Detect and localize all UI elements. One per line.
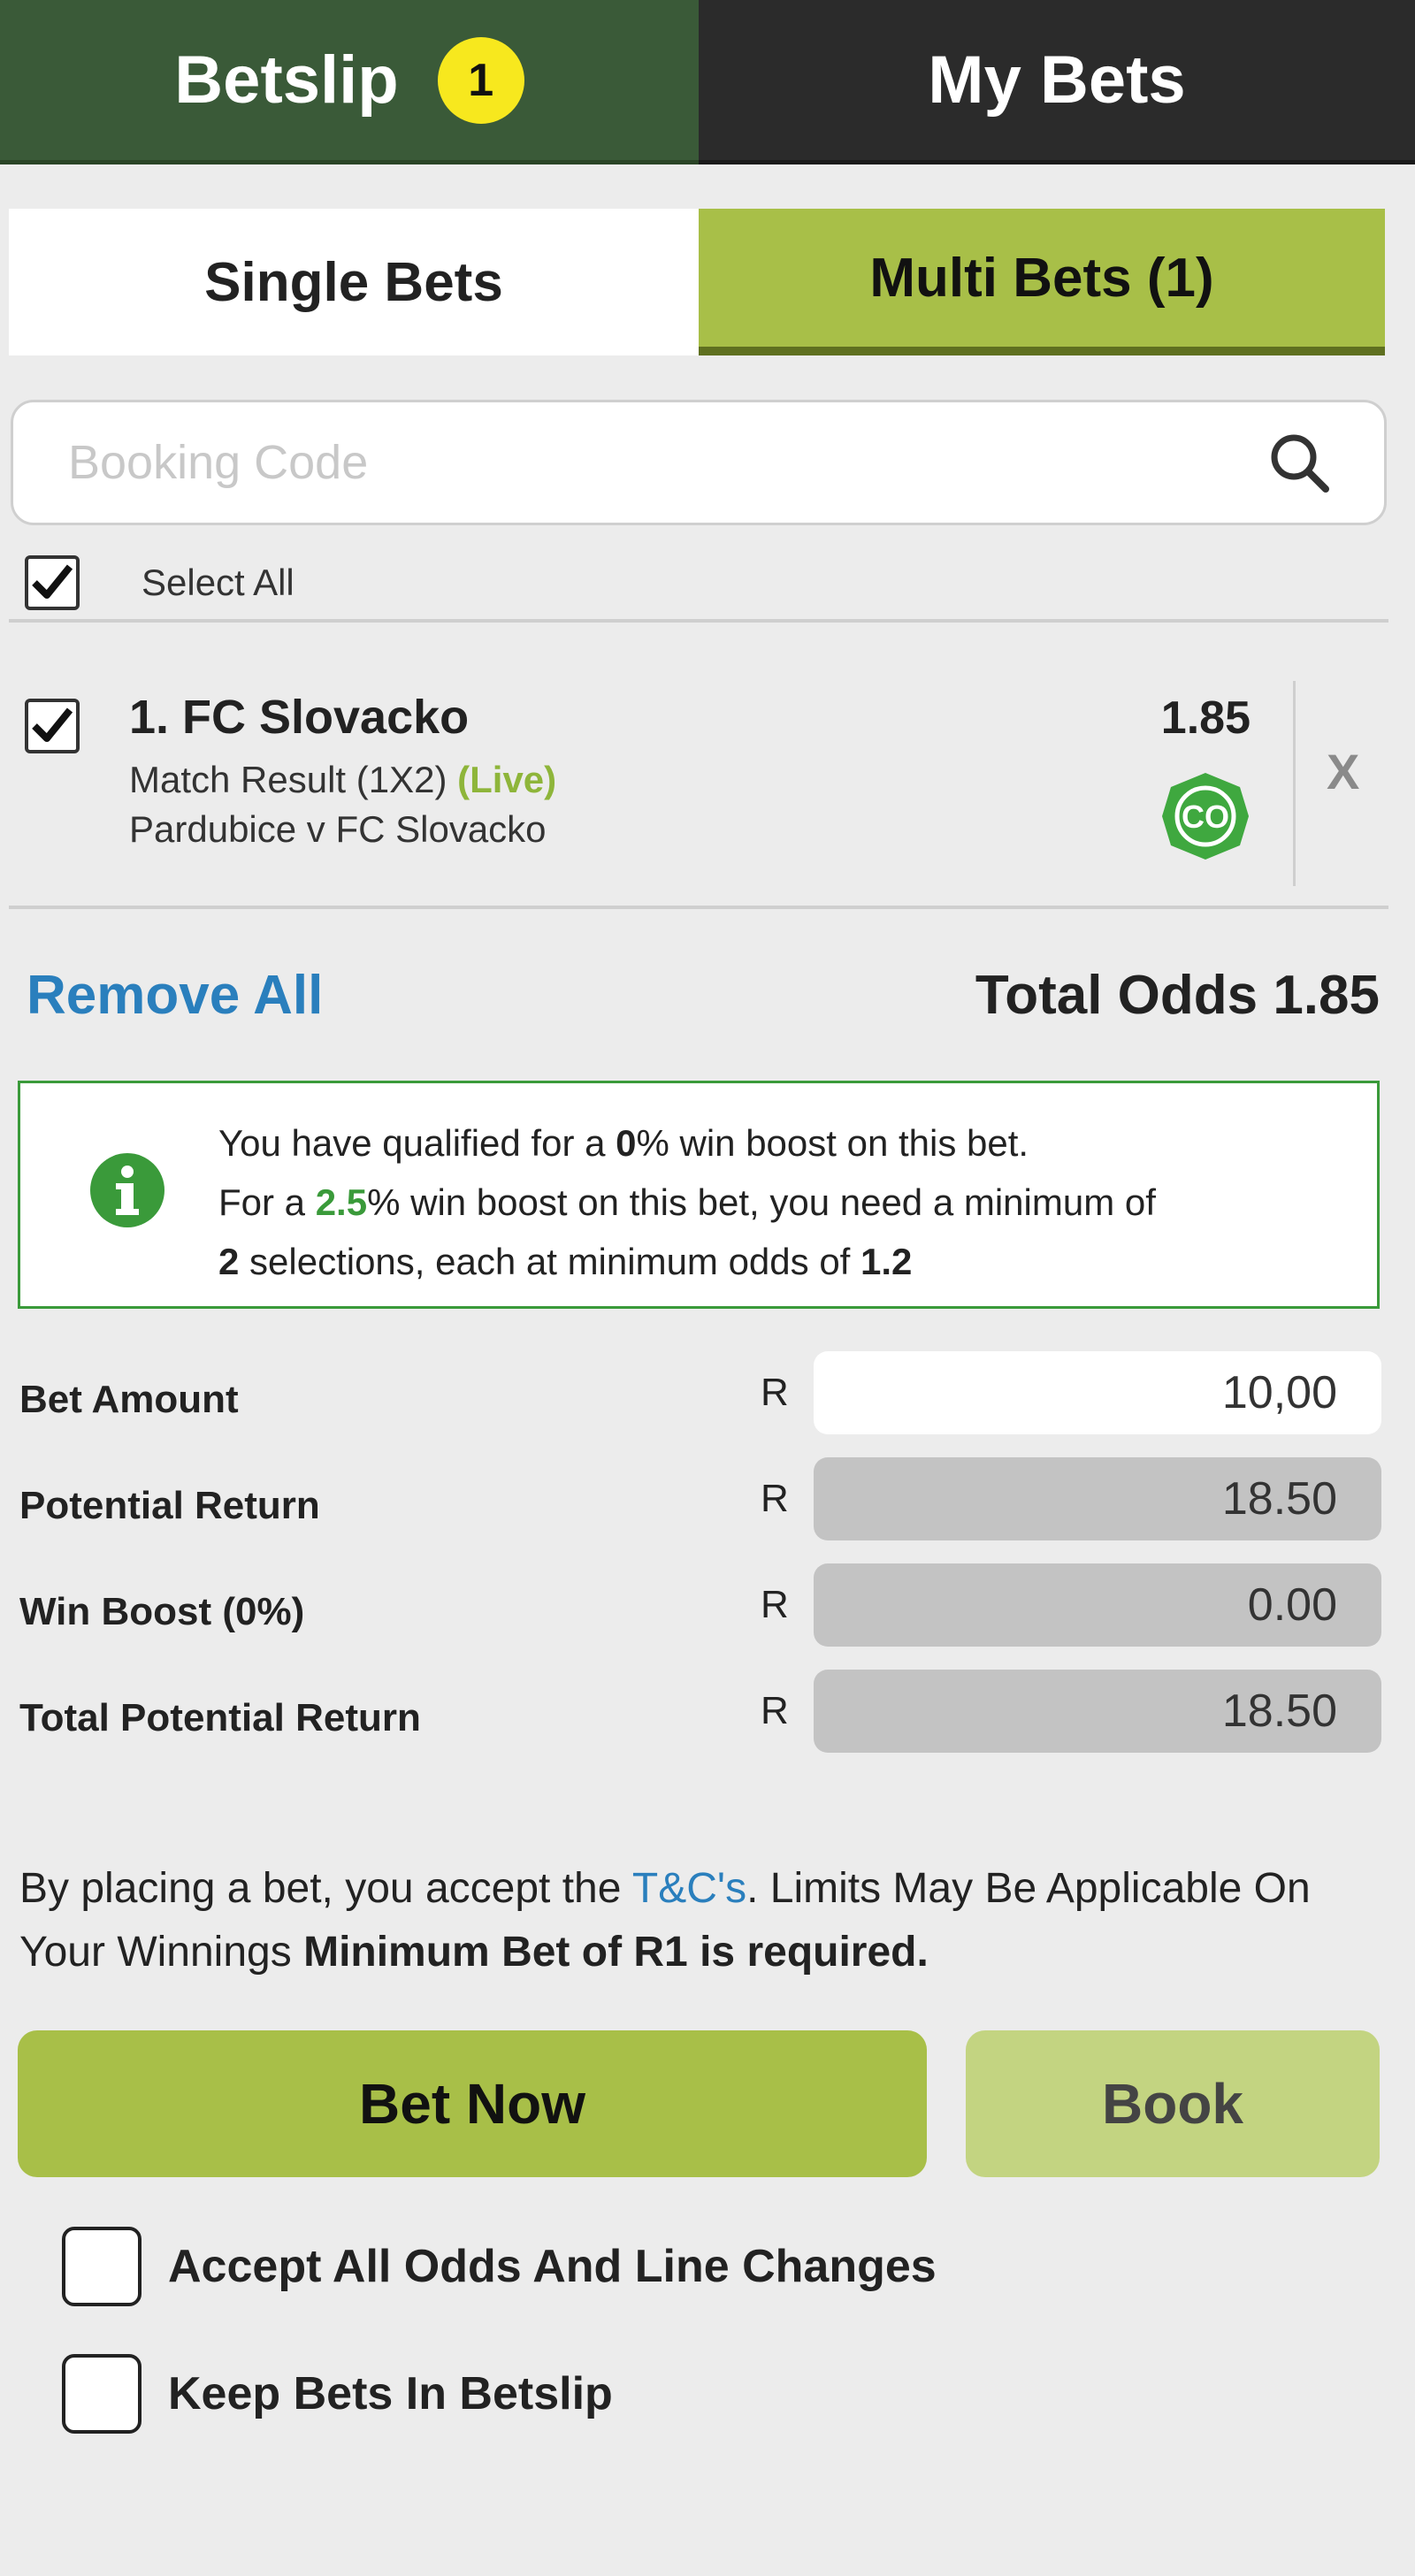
win-boost-info-box: You have qualified for a 0% win boost on… (18, 1081, 1380, 1309)
terms-link[interactable]: T&C's (632, 1865, 746, 1912)
tab-betslip[interactable]: Betslip 1 (0, 0, 699, 164)
info-text: % win boost on this bet. (636, 1122, 1029, 1164)
selection-market-text: Match Result (1X2) (129, 759, 447, 800)
win-boost-value: 0.00 (814, 1563, 1381, 1647)
keep-bets-checkbox[interactable] (62, 2354, 142, 2434)
terms-text: By placing a bet, you accept the (19, 1865, 632, 1912)
info-icon (90, 1153, 164, 1227)
selection-event: Pardubice v FC Slovacko (129, 808, 547, 850)
bet-amount-label: Bet Amount (19, 1378, 239, 1421)
win-boost-label: Win Boost (0%) (19, 1590, 305, 1633)
potential-return-row: Potential Return R 18.50 (19, 1457, 1381, 1540)
select-all-checkbox[interactable] (25, 555, 80, 610)
total-potential-return-value: 18.50 (814, 1670, 1381, 1753)
total-odds: Total Odds 1.85 (975, 965, 1380, 1026)
total-potential-return-row: Total Potential Return R 18.50 (19, 1670, 1381, 1753)
accept-changes-checkbox[interactable] (62, 2227, 142, 2306)
book-button[interactable]: Book (966, 2030, 1380, 2177)
booking-code-field (11, 400, 1387, 525)
search-icon[interactable] (1266, 429, 1333, 496)
info-value: 2 (218, 1241, 240, 1282)
tab-single-bets[interactable]: Single Bets (9, 209, 699, 355)
selection-separator (1293, 681, 1296, 886)
total-potential-return-label: Total Potential Return (19, 1696, 421, 1739)
accept-changes-option[interactable]: Accept All Odds And Line Changes (62, 2227, 937, 2306)
tab-multi-bets[interactable]: Multi Bets (1) (699, 209, 1385, 355)
checkmark-icon (32, 564, 73, 599)
info-text: You have qualified for a (218, 1122, 616, 1164)
selection-name: 1. FC Slovacko (129, 691, 470, 744)
tab-betslip-label: Betslip (174, 42, 399, 118)
terms-notice: By placing a bet, you accept the T&C's. … (19, 1857, 1399, 1984)
potential-return-label: Potential Return (19, 1484, 320, 1527)
keep-bets-label: Keep Bets In Betslip (168, 2368, 613, 2419)
info-value: 0 (616, 1122, 637, 1164)
bet-selection: 1. FC Slovacko Match Result (1X2) (Live)… (0, 654, 1415, 911)
bet-amount-row: Bet Amount R 10,00 (19, 1351, 1381, 1434)
svg-text:CO: CO (1182, 799, 1229, 835)
betslip-header-tabs: Betslip 1 My Bets (0, 0, 1415, 164)
divider (9, 619, 1388, 623)
booking-code-input[interactable] (66, 434, 1266, 491)
currency-symbol: R (761, 1371, 789, 1414)
info-text: % win boost on this bet, you need a mini… (367, 1181, 1156, 1223)
bet-amount-input[interactable]: 10,00 (814, 1351, 1381, 1434)
divider (9, 906, 1388, 909)
selection-market: Match Result (1X2) (Live) (129, 759, 556, 801)
remove-selection-button[interactable]: X (1327, 743, 1359, 800)
win-boost-row: Win Boost (0%) R 0.00 (19, 1563, 1381, 1647)
currency-symbol: R (761, 1477, 789, 1520)
info-text: For a (218, 1181, 316, 1223)
info-value: 2.5 (315, 1181, 368, 1223)
selection-odds: 1.85 (1160, 692, 1251, 744)
tab-my-bets[interactable]: My Bets (699, 0, 1415, 164)
minimum-bet-notice: Minimum Bet of R1 is required. (303, 1929, 929, 1976)
info-text: selections, each at minimum odds of (239, 1241, 861, 1282)
keep-bets-option[interactable]: Keep Bets In Betslip (62, 2354, 613, 2434)
remove-all-link[interactable]: Remove All (27, 964, 323, 1027)
potential-return-value: 18.50 (814, 1457, 1381, 1540)
currency-symbol: R (761, 1689, 789, 1732)
info-value: 1.2 (860, 1241, 913, 1282)
currency-symbol: R (761, 1583, 789, 1626)
select-all-row: Select All (25, 555, 294, 610)
tab-my-bets-label: My Bets (928, 42, 1186, 118)
checkmark-icon (32, 707, 73, 742)
bet-type-tabs: Single Bets Multi Bets (1) (9, 209, 1385, 355)
select-all-label: Select All (142, 562, 294, 603)
betslip-count-badge: 1 (437, 36, 524, 124)
co-cashout-icon: CO (1162, 773, 1249, 860)
accept-changes-label: Accept All Odds And Line Changes (168, 2241, 937, 2292)
selection-checkbox[interactable] (25, 699, 80, 753)
live-tag: (Live) (457, 759, 557, 800)
win-boost-info-text: You have qualified for a 0% win boost on… (218, 1113, 1359, 1291)
bet-now-button[interactable]: Bet Now (18, 2030, 927, 2177)
